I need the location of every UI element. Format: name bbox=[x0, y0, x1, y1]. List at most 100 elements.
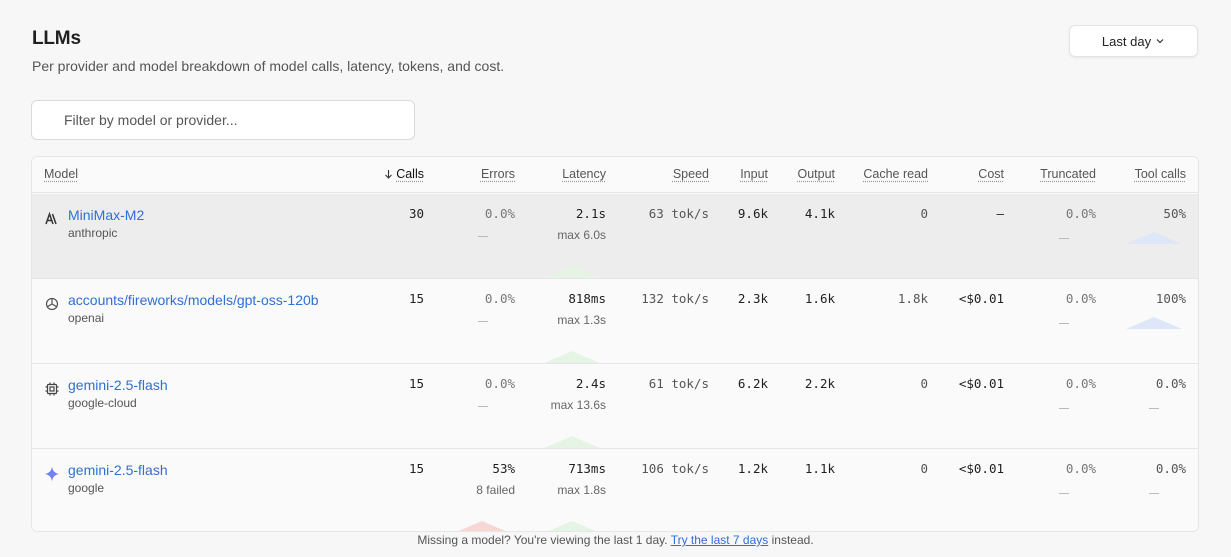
output-value: 4.1k bbox=[804, 206, 835, 221]
calls-value: 30 bbox=[408, 206, 424, 221]
provider-name: google-cloud bbox=[68, 396, 137, 410]
footer-note: Missing a model? You're viewing the last… bbox=[0, 533, 1231, 547]
tool-calls-dash bbox=[1149, 408, 1159, 409]
calls-value: 15 bbox=[408, 291, 424, 306]
time-range-label: Last day bbox=[1101, 33, 1152, 49]
cost-value: – bbox=[996, 206, 1004, 221]
tool-calls-value: 50% bbox=[1163, 206, 1186, 221]
latency-sparkline bbox=[544, 266, 600, 278]
column-model[interactable]: Model bbox=[44, 167, 78, 181]
anthropic-icon bbox=[45, 211, 57, 225]
cache-read-value: 0 bbox=[920, 206, 928, 221]
truncated-dash bbox=[1059, 323, 1069, 324]
tool-calls-value: 100% bbox=[1155, 291, 1186, 306]
tool-calls-sparkline bbox=[1126, 232, 1182, 244]
speed-value: 63 tok/s bbox=[648, 206, 709, 221]
column-cost[interactable]: Cost bbox=[954, 167, 1004, 181]
latency-max: max 1.8s bbox=[557, 483, 606, 497]
llm-table: Model Calls Errors Latency Speed Input O… bbox=[31, 156, 1199, 532]
model-name[interactable]: gemini-2.5-flash bbox=[68, 377, 168, 393]
truncated-dash bbox=[1059, 238, 1069, 239]
cache-read-value: 0 bbox=[920, 461, 928, 476]
cost-value: <$0.01 bbox=[958, 291, 1004, 306]
truncated-value: 0.0% bbox=[1065, 291, 1096, 306]
latency-value: 2.1s bbox=[575, 206, 606, 221]
provider-name: openai bbox=[68, 311, 105, 325]
table-row[interactable]: gemini-2.5-flash google 15 53% 8 failed … bbox=[32, 449, 1198, 531]
tool-calls-value: 0.0% bbox=[1155, 461, 1186, 476]
model-name[interactable]: gemini-2.5-flash bbox=[68, 462, 168, 478]
tool-calls-value: 0.0% bbox=[1155, 376, 1186, 391]
latency-max: max 1.3s bbox=[557, 313, 606, 327]
column-input[interactable]: Input bbox=[718, 167, 768, 181]
gemini-sparkle-icon bbox=[44, 466, 60, 482]
speed-value: 132 tok/s bbox=[641, 291, 709, 306]
sort-desc-icon bbox=[385, 170, 393, 179]
provider-name: google bbox=[68, 481, 105, 495]
cost-value: <$0.01 bbox=[958, 461, 1004, 476]
time-range-dropdown[interactable]: Last day bbox=[1069, 25, 1198, 57]
input-value: 1.2k bbox=[737, 461, 768, 476]
cache-read-value: 1.8k bbox=[897, 291, 928, 306]
calls-value: 15 bbox=[408, 461, 424, 476]
provider-name: anthropic bbox=[68, 226, 118, 240]
truncated-value: 0.0% bbox=[1065, 376, 1096, 391]
input-value: 9.6k bbox=[737, 206, 768, 221]
column-speed[interactable]: Speed bbox=[649, 167, 709, 181]
last-7-days-link[interactable]: Try the last 7 days bbox=[671, 533, 769, 547]
cost-value: <$0.01 bbox=[958, 376, 1004, 391]
speed-value: 61 tok/s bbox=[648, 376, 709, 391]
truncated-dash bbox=[1059, 493, 1069, 494]
latency-sparkline bbox=[544, 351, 600, 363]
errors-failed-count: 8 failed bbox=[476, 483, 515, 497]
cache-read-value: 0 bbox=[920, 376, 928, 391]
latency-value: 818ms bbox=[568, 291, 606, 306]
page-subtitle: Per provider and model breakdown of mode… bbox=[32, 58, 505, 74]
latency-sparkline bbox=[544, 436, 600, 448]
output-value: 2.2k bbox=[804, 376, 835, 391]
errors-dash bbox=[478, 236, 488, 237]
chip-icon bbox=[45, 382, 59, 396]
table-header: Model Calls Errors Latency Speed Input O… bbox=[32, 157, 1198, 193]
output-value: 1.6k bbox=[804, 291, 835, 306]
table-row[interactable]: MiniMax-M2 anthropic 30 0.0% 2.1s max 6.… bbox=[32, 194, 1198, 279]
chevron-down-icon bbox=[1156, 39, 1164, 44]
column-latency[interactable]: Latency bbox=[546, 167, 606, 181]
speed-value: 106 tok/s bbox=[641, 461, 709, 476]
errors-value: 0.0% bbox=[484, 206, 515, 221]
model-name[interactable]: accounts/fireworks/models/gpt-oss-120b bbox=[68, 292, 319, 308]
errors-dash bbox=[478, 406, 488, 407]
column-output[interactable]: Output bbox=[785, 167, 835, 181]
latency-max: max 6.0s bbox=[557, 228, 606, 242]
filter-input[interactable] bbox=[31, 100, 415, 140]
latency-sparkline bbox=[548, 521, 596, 531]
table-row[interactable]: gemini-2.5-flash google-cloud 15 0.0% 2.… bbox=[32, 364, 1198, 449]
errors-dash bbox=[478, 321, 488, 322]
page-title: LLMs bbox=[32, 28, 81, 49]
output-value: 1.1k bbox=[804, 461, 835, 476]
column-truncated[interactable]: Truncated bbox=[1016, 167, 1096, 181]
truncated-value: 0.0% bbox=[1065, 461, 1096, 476]
calls-value: 15 bbox=[408, 376, 424, 391]
column-tool-calls[interactable]: Tool calls bbox=[1106, 167, 1186, 181]
footer-prefix: Missing a model? You're viewing the last… bbox=[417, 533, 668, 547]
column-calls-label: Calls bbox=[396, 167, 424, 181]
latency-value: 2.4s bbox=[575, 376, 606, 391]
model-name[interactable]: MiniMax-M2 bbox=[68, 207, 144, 223]
latency-value: 713ms bbox=[568, 461, 606, 476]
truncated-dash bbox=[1059, 408, 1069, 409]
footer-suffix: instead. bbox=[771, 533, 814, 547]
column-calls[interactable]: Calls bbox=[381, 167, 424, 181]
input-value: 2.3k bbox=[737, 291, 768, 306]
errors-value: 0.0% bbox=[484, 291, 515, 306]
tool-calls-dash bbox=[1149, 493, 1159, 494]
latency-max: max 13.6s bbox=[550, 398, 606, 412]
column-cache-read[interactable]: Cache read bbox=[848, 167, 928, 181]
openai-icon bbox=[45, 297, 59, 311]
column-errors[interactable]: Errors bbox=[465, 167, 515, 181]
errors-sparkline bbox=[458, 521, 506, 531]
errors-value: 53% bbox=[492, 461, 515, 476]
tool-calls-sparkline bbox=[1126, 317, 1182, 329]
errors-value: 0.0% bbox=[484, 376, 515, 391]
table-row[interactable]: accounts/fireworks/models/gpt-oss-120b o… bbox=[32, 279, 1198, 364]
